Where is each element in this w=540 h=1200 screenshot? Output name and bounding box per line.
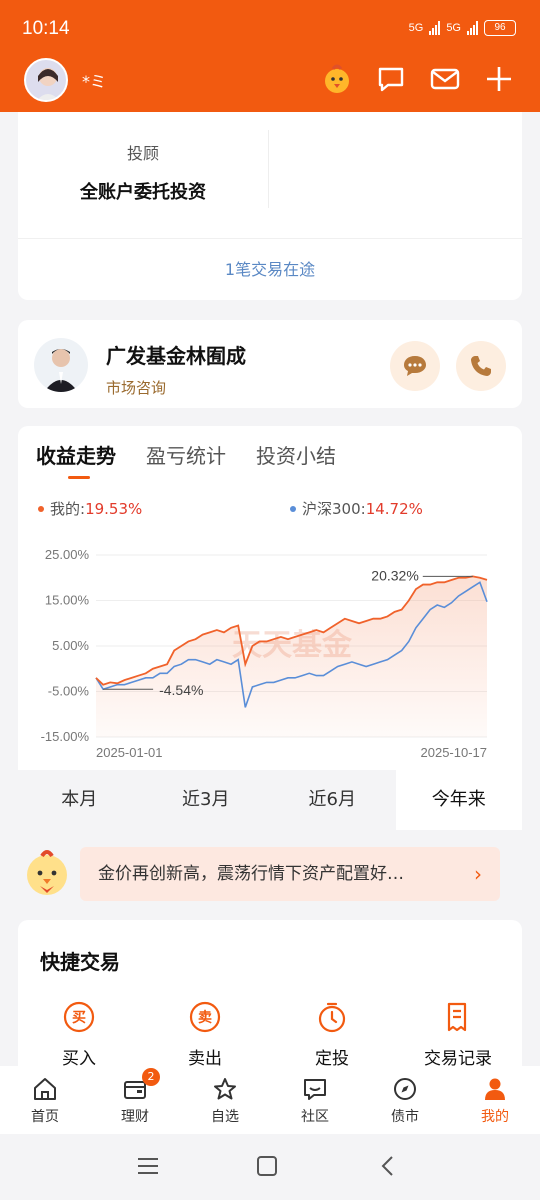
compass-icon (360, 1074, 450, 1104)
legend-mine-label: 我的: (50, 500, 86, 518)
chat-button[interactable] (390, 341, 440, 391)
star-icon (180, 1074, 270, 1104)
sell-button[interactable]: 卖 卖出 (150, 1000, 260, 1069)
chat-bubble-icon (404, 356, 426, 376)
max-annotation-label: 20.32% (371, 567, 418, 583)
phone-icon (471, 356, 491, 376)
legend-index-label: 沪深300: (302, 500, 366, 518)
mascot-icon[interactable] (320, 62, 354, 96)
legend-index: 沪深300: 14.72% (290, 498, 423, 519)
tab-community[interactable]: 社区 (270, 1066, 360, 1134)
sell-icon: 卖 (188, 1000, 222, 1034)
auto-invest-button[interactable]: 定投 (277, 1000, 387, 1069)
top-bar: 10:14 5G 5G 96 *ミ (0, 0, 540, 112)
tab-wealth[interactable]: 理财 2 (90, 1066, 180, 1134)
y-tick-label: -15.00% (41, 729, 90, 744)
buy-icon: 买 (62, 1000, 96, 1034)
consultant-name: 广发基金林囿成 (106, 344, 246, 368)
records-icon (441, 1000, 475, 1034)
tab-earnings-trend[interactable]: 收益走势 (36, 440, 116, 469)
tab-investment-summary[interactable]: 投资小结 (256, 440, 336, 469)
chart-tabs: 收益走势 盈亏统计 投资小结 (36, 440, 336, 469)
community-icon (270, 1074, 360, 1104)
tab-watchlist-label: 自选 (211, 1109, 239, 1125)
range-3m[interactable]: 近3月 (143, 770, 270, 830)
status-time: 10:14 (22, 18, 70, 39)
system-nav-bar (0, 1134, 540, 1200)
bottom-tab-bar: 首页 理财 2 自选 社区 债市 我的 (0, 1066, 540, 1134)
consultant-subtitle: 市场咨询 (106, 379, 167, 397)
tab-pnl-stats[interactable]: 盈亏统计 (146, 440, 226, 469)
wallet-icon (90, 1074, 180, 1104)
tab-mine[interactable]: 我的 (450, 1066, 540, 1134)
chevron-right-icon: › (474, 862, 482, 886)
network-5g-label-2: 5G (446, 22, 461, 34)
tab-home-label: 首页 (31, 1109, 59, 1125)
home-icon (0, 1074, 90, 1104)
tab-mine-label: 我的 (481, 1109, 509, 1125)
buy-icon-glyph: 买 (72, 1010, 86, 1026)
tab-community-label: 社区 (301, 1109, 329, 1125)
user-icon (450, 1074, 540, 1104)
menu-icon[interactable] (136, 1156, 160, 1180)
quick-trade-title: 快捷交易 (40, 950, 120, 974)
battery-icon: 96 (484, 20, 516, 36)
consultant-avatar[interactable] (34, 338, 88, 392)
y-tick-label: 5.00% (52, 638, 89, 653)
back-icon[interactable] (378, 1155, 398, 1181)
range-ytd[interactable]: 今年来 (395, 770, 522, 830)
network-5g-label: 5G (408, 22, 424, 34)
call-button[interactable] (456, 341, 506, 391)
legend-mine-value: 19.53% (85, 499, 143, 518)
status-icons: 5G 5G 96 (409, 20, 516, 36)
earnings-chart[interactable]: 25.00%15.00%5.00%-5.00%-15.00% 天天基金 20.3… (0, 535, 540, 765)
min-annotation-label: -4.54% (159, 682, 203, 698)
range-month[interactable]: 本月 (16, 770, 143, 830)
x-end-label: 2025-10-17 (421, 745, 488, 760)
add-icon[interactable] (482, 62, 516, 96)
legend-index-value: 14.72% (365, 499, 423, 518)
y-tick-label: 25.00% (45, 547, 90, 562)
timer-icon (315, 1000, 349, 1034)
advisor-label: 投顾 (126, 144, 159, 163)
tab-wealth-label: 理财 (121, 1109, 149, 1125)
avatar[interactable] (24, 58, 68, 102)
pending-trades-link[interactable]: 1笔交易在途 (18, 238, 522, 300)
tab-underline (68, 476, 90, 479)
y-tick-label: -5.00% (48, 684, 90, 699)
x-start-label: 2025-01-01 (96, 745, 163, 760)
y-tick-label: 15.00% (45, 593, 90, 608)
tab-home[interactable]: 首页 (0, 1066, 90, 1134)
home-square-icon[interactable] (256, 1155, 278, 1181)
mascot-chick-icon (20, 846, 74, 900)
range-selector: 本月 近3月 近6月 今年来 (16, 770, 522, 830)
tab-bond-market-label: 债市 (391, 1109, 419, 1125)
trade-records-button[interactable]: 交易记录 (403, 1000, 513, 1069)
signal-icon-2 (467, 21, 478, 35)
notification-badge: 2 (142, 1068, 160, 1086)
signal-icon (429, 21, 441, 35)
tab-bond-market[interactable]: 债市 (360, 1066, 450, 1134)
legend-mine: 我的: 19.53% (38, 498, 142, 519)
news-banner-text: 金价再创新高，震荡行情下资产配置好… (98, 864, 404, 884)
nickname[interactable]: *ミ (82, 68, 106, 92)
advisor-value: 全账户委托投资 (80, 182, 206, 203)
sell-icon-glyph: 卖 (198, 1009, 212, 1026)
tab-watchlist[interactable]: 自选 (180, 1066, 270, 1134)
message-icon[interactable] (374, 62, 408, 96)
divider (268, 130, 269, 208)
consultant-card (18, 320, 522, 408)
advisor-entry[interactable]: 投顾 全账户委托投资 (18, 130, 268, 204)
legend-dot-mine (38, 505, 44, 512)
news-banner[interactable]: 金价再创新高，震荡行情下资产配置好… › (80, 847, 500, 901)
buy-button[interactable]: 买 买入 (24, 1000, 134, 1069)
mail-icon[interactable] (428, 62, 462, 96)
range-6m[interactable]: 近6月 (269, 770, 396, 830)
legend-dot-index (290, 505, 296, 512)
